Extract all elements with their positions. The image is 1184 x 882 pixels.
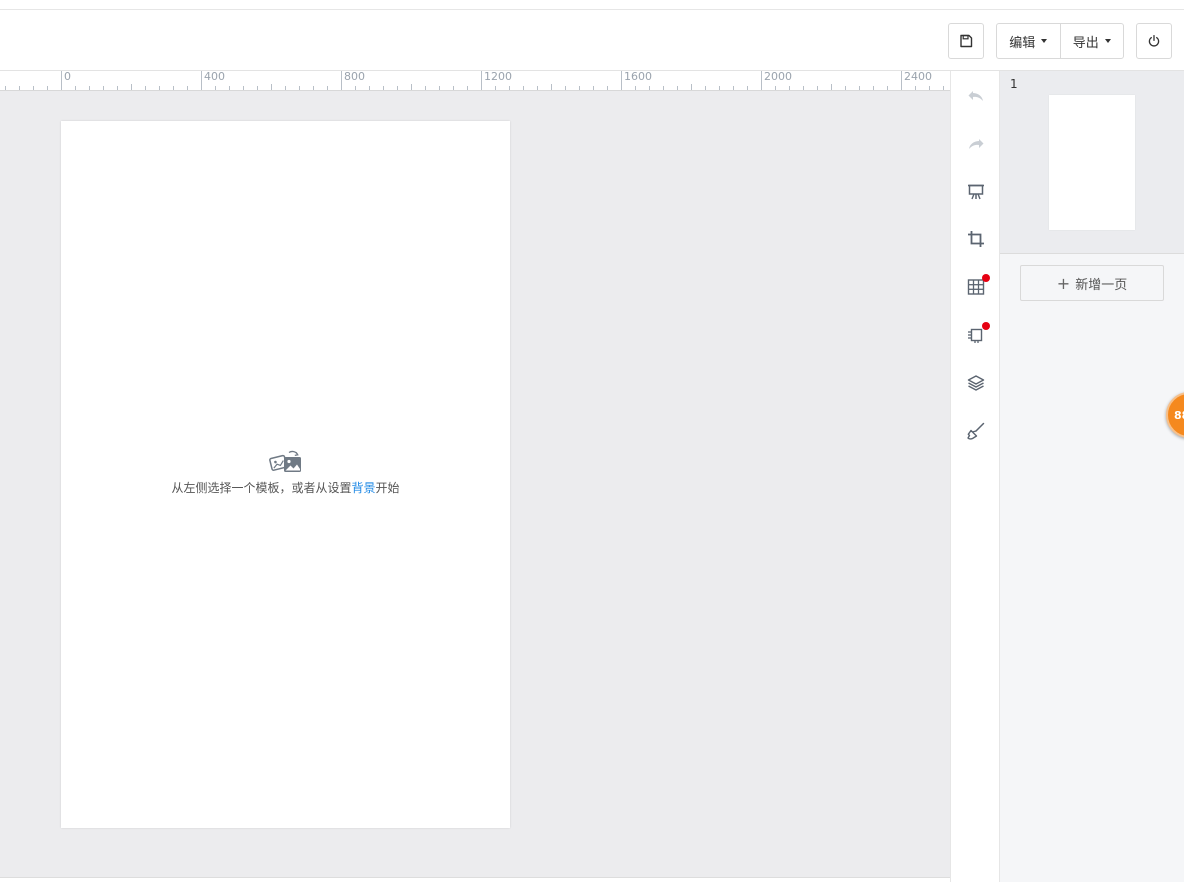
- edit-export-group: 编辑 导出: [996, 23, 1124, 59]
- export-label: 导出: [1072, 35, 1099, 51]
- ruler-label: 1200: [484, 71, 512, 83]
- plus-icon: +: [1056, 273, 1071, 293]
- grid-button[interactable]: [963, 274, 990, 300]
- design-page[interactable]: 从左侧选择一个模板，或者从设置背景开始: [61, 121, 510, 828]
- bottom-scrollbar[interactable]: [0, 877, 950, 882]
- ruler-label: 0: [64, 71, 71, 83]
- background-link[interactable]: 背景: [351, 481, 375, 495]
- crop-button[interactable]: [963, 226, 989, 252]
- page-thumbnail[interactable]: [1049, 95, 1135, 230]
- horizontal-ruler[interactable]: 0 400 800 1200 1600 2000 2400: [0, 71, 950, 91]
- top-strip: [0, 0, 1184, 10]
- undo-button[interactable]: [963, 83, 989, 109]
- layers-button[interactable]: [963, 370, 989, 396]
- brush-icon: [967, 422, 985, 440]
- tool-sidebar: [950, 71, 1000, 882]
- pages-panel: 1 + 新增一页: [1000, 71, 1184, 882]
- format-brush-button[interactable]: [963, 418, 989, 444]
- ruler-ticks: [5, 71, 944, 90]
- power-button[interactable]: [1136, 23, 1172, 59]
- toolbar: 编辑 导出: [0, 11, 1184, 71]
- slice-button[interactable]: [963, 322, 990, 348]
- save-icon: [960, 34, 973, 48]
- crop-icon: [968, 231, 984, 247]
- presentation-button[interactable]: [963, 179, 989, 205]
- add-page-button[interactable]: + 新增一页: [1020, 265, 1164, 301]
- empty-state-text: 从左侧选择一个模板，或者从设置背景开始: [61, 479, 510, 496]
- power-icon: [1148, 34, 1160, 47]
- notification-dot: [982, 274, 990, 282]
- save-button[interactable]: [948, 23, 984, 59]
- page-number: 1: [1010, 77, 1018, 91]
- editor-canvas[interactable]: 从左侧选择一个模板，或者从设置背景开始: [0, 91, 950, 877]
- redo-button[interactable]: [963, 131, 989, 157]
- notification-dot: [982, 322, 990, 330]
- presentation-icon: [968, 184, 984, 200]
- layers-icon: [967, 375, 985, 391]
- export-dropdown-button[interactable]: 导出: [1059, 24, 1124, 58]
- caret-down-icon: [1104, 39, 1111, 43]
- ruler-label: 1600: [624, 71, 652, 83]
- ruler-label: 2000: [764, 71, 792, 83]
- undo-icon: [968, 91, 983, 101]
- ruler-label: 2400: [904, 71, 932, 83]
- redo-icon: [969, 139, 984, 149]
- empty-text-after: 开始: [375, 481, 400, 495]
- edit-dropdown-button[interactable]: 编辑: [997, 24, 1060, 58]
- edit-label: 编辑: [1009, 35, 1036, 51]
- page-thumbnail-item[interactable]: 1: [1000, 71, 1184, 254]
- ruler-label: 800: [344, 71, 365, 83]
- images-icon: [268, 450, 301, 472]
- ruler-label: 400: [204, 71, 225, 83]
- caret-down-icon: [1041, 39, 1048, 43]
- empty-text-before: 从左侧选择一个模板，或者从设置: [171, 481, 352, 495]
- empty-state: 从左侧选择一个模板，或者从设置背景开始: [61, 449, 510, 496]
- floating-badge-text: 88: [1174, 408, 1184, 422]
- add-page-label: 新增一页: [1075, 277, 1128, 293]
